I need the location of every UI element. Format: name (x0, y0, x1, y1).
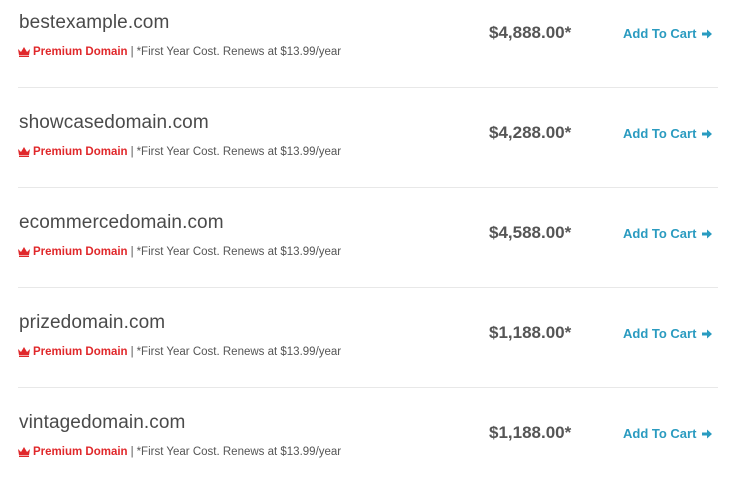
arrow-right-icon (702, 329, 713, 338)
domain-meta: Premium Domain | *First Year Cost. Renew… (18, 46, 341, 58)
domain-meta: Premium Domain | *First Year Cost. Renew… (18, 346, 341, 358)
add-to-cart-button[interactable]: Add To Cart (623, 126, 713, 141)
domain-meta: Premium Domain | *First Year Cost. Renew… (18, 246, 341, 258)
add-to-cart-label: Add To Cart (623, 126, 697, 141)
meta-separator: | (130, 446, 134, 458)
add-to-cart-button[interactable]: Add To Cart (623, 426, 713, 441)
domain-name: vintagedomain.com (19, 412, 186, 433)
domain-result-row: bestexample.com Premium Domain | *First … (18, 0, 718, 88)
crown-icon (18, 147, 30, 157)
meta-separator: | (130, 146, 134, 158)
crown-icon (18, 247, 30, 257)
domain-results-list: bestexample.com Premium Domain | *First … (0, 0, 729, 476)
renewal-note: *First Year Cost. Renews at $13.99/year (136, 446, 342, 458)
domain-result-row: vintagedomain.com Premium Domain | *Firs… (18, 388, 718, 488)
add-to-cart-label: Add To Cart (623, 26, 697, 41)
renewal-note: *First Year Cost. Renews at $13.99/year (136, 346, 342, 358)
add-to-cart-button[interactable]: Add To Cart (623, 226, 713, 241)
crown-icon (18, 47, 30, 57)
add-to-cart-button[interactable]: Add To Cart (623, 26, 713, 41)
add-to-cart-label: Add To Cart (623, 426, 697, 441)
domain-price: $1,188.00* (489, 323, 572, 342)
premium-domain-label: Premium Domain (33, 146, 128, 158)
domain-result-row: ecommercedomain.com Premium Domain | *Fi… (18, 188, 718, 288)
domain-price: $4,888.00* (489, 23, 572, 42)
domain-meta: Premium Domain | *First Year Cost. Renew… (18, 146, 341, 158)
crown-icon (18, 447, 30, 457)
domain-name: prizedomain.com (19, 312, 166, 333)
domain-name: showcasedomain.com (19, 112, 209, 133)
domain-price: $4,288.00* (489, 123, 572, 142)
add-to-cart-button[interactable]: Add To Cart (623, 326, 713, 341)
domain-price: $4,588.00* (489, 223, 572, 242)
domain-result-row: prizedomain.com Premium Domain | *First … (18, 288, 718, 388)
meta-separator: | (130, 246, 134, 258)
domain-name: ecommercedomain.com (19, 212, 224, 233)
renewal-note: *First Year Cost. Renews at $13.99/year (136, 246, 342, 258)
premium-domain-label: Premium Domain (33, 246, 128, 258)
premium-domain-label: Premium Domain (33, 446, 128, 458)
crown-icon (18, 347, 30, 357)
arrow-right-icon (702, 429, 713, 438)
arrow-right-icon (702, 29, 713, 38)
add-to-cart-label: Add To Cart (623, 326, 697, 341)
domain-result-row: showcasedomain.com Premium Domain | *Fir… (18, 88, 718, 188)
premium-domain-label: Premium Domain (33, 46, 128, 58)
domain-name: bestexample.com (19, 12, 170, 33)
arrow-right-icon (702, 129, 713, 138)
domain-meta: Premium Domain | *First Year Cost. Renew… (18, 446, 341, 458)
domain-price: $1,188.00* (489, 423, 572, 442)
arrow-right-icon (702, 229, 713, 238)
premium-domain-label: Premium Domain (33, 346, 128, 358)
add-to-cart-label: Add To Cart (623, 226, 697, 241)
meta-separator: | (130, 46, 134, 58)
renewal-note: *First Year Cost. Renews at $13.99/year (136, 46, 342, 58)
renewal-note: *First Year Cost. Renews at $13.99/year (136, 146, 342, 158)
meta-separator: | (130, 346, 134, 358)
